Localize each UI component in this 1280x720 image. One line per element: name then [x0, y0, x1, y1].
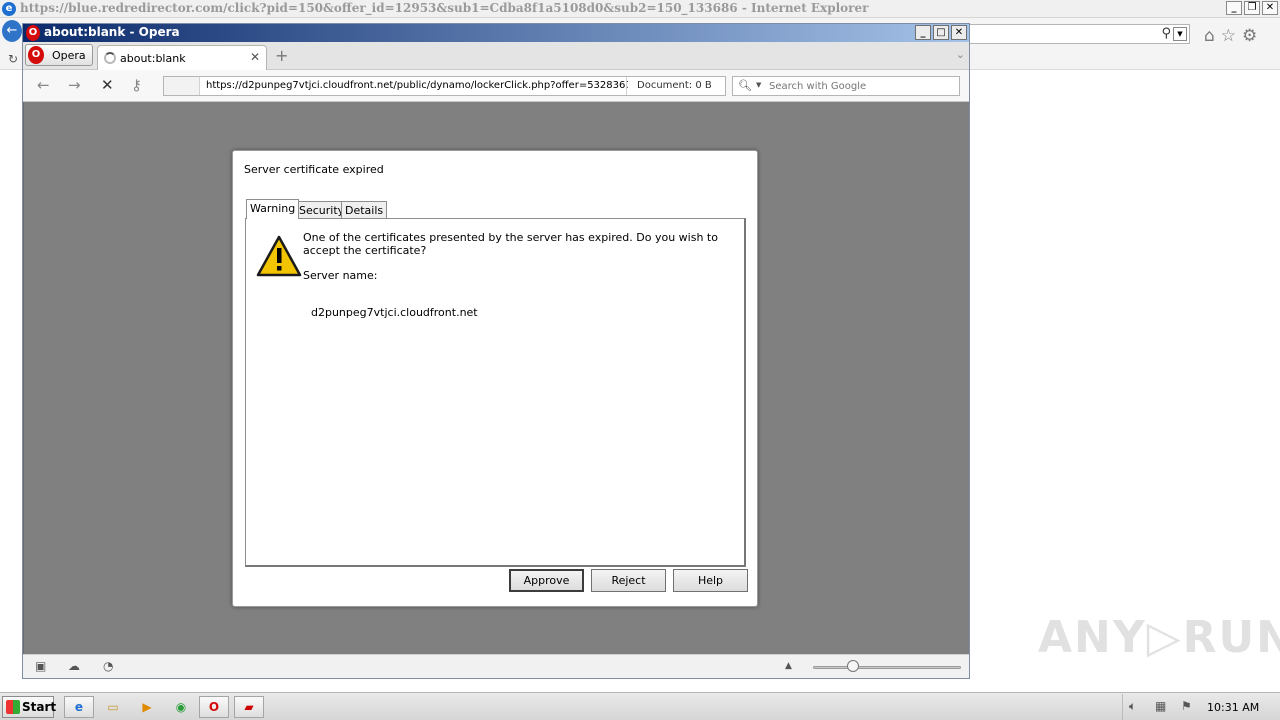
- back-arrow-icon[interactable]: ←: [37, 76, 50, 94]
- loading-spinner-icon: [104, 52, 116, 64]
- help-button[interactable]: Help: [673, 569, 748, 592]
- tab-list-chevron-icon[interactable]: ⌄: [956, 48, 965, 61]
- certificate-dialog: Server certificate expired Warning Secur…: [232, 150, 758, 607]
- opera-tab-bar: O Opera about:blank ✕ + ⌄: [23, 42, 969, 71]
- opera-maximize-button[interactable]: □: [933, 25, 949, 40]
- ie-address-dropdown-icon[interactable]: ▼: [1173, 27, 1187, 41]
- ie-minimize-button[interactable]: _: [1226, 1, 1242, 15]
- stop-x-icon[interactable]: ✕: [101, 76, 114, 94]
- ie-search-icon[interactable]: ⚲: [1161, 26, 1171, 41]
- volume-speaker-icon[interactable]: 🔈︎: [1129, 699, 1136, 714]
- ie-address-bar[interactable]: ⚲ ▼: [968, 24, 1190, 44]
- opera-logo-icon: O: [26, 25, 40, 41]
- opera-menu-button[interactable]: O Opera: [25, 44, 93, 66]
- address-field[interactable]: https://d2punpeg7vtjci.cloudfront.net/pu…: [163, 76, 726, 96]
- tab-close-icon[interactable]: ✕: [250, 50, 260, 64]
- dialog-title: Server certificate expired: [244, 163, 384, 176]
- opera-window-controls: _ □ ✕: [915, 25, 967, 40]
- panel-toggle-icon[interactable]: ▣: [35, 659, 46, 673]
- opera-status-bar: ▣ ☁ ◔ ▲: [23, 654, 969, 678]
- ie-toolbar-icons: ⌂ ☆ ⚙: [1204, 26, 1257, 46]
- search-input[interactable]: [769, 79, 955, 93]
- warning-triangle-icon: [256, 235, 302, 277]
- taskbar-folder-icon[interactable]: ▭: [98, 696, 128, 718]
- action-center-flag-icon[interactable]: ⚑: [1181, 699, 1192, 713]
- opera-title-bar: O about:blank - Opera _ □ ✕: [23, 24, 969, 42]
- ie-window-title: https://blue.redredirector.com/click?pid…: [20, 1, 869, 15]
- favorites-star-icon[interactable]: ☆: [1221, 26, 1236, 46]
- taskbar-acrobat-icon[interactable]: ▰: [234, 696, 264, 718]
- tab-warning[interactable]: Warning: [246, 199, 300, 219]
- ie-page-area: [968, 70, 1280, 690]
- taskbar-media-player-icon[interactable]: ▶: [132, 696, 162, 718]
- start-button[interactable]: Start: [2, 696, 57, 718]
- ie-restore-button[interactable]: ❐: [1244, 1, 1260, 15]
- zoom-slider-handle[interactable]: [847, 660, 859, 672]
- ie-title-bar: e https://blue.redredirector.com/click?p…: [0, 0, 1280, 18]
- opera-window-title: about:blank - Opera: [44, 25, 180, 39]
- taskbar-opera-icon[interactable]: O: [199, 696, 229, 718]
- anyrun-watermark: ANY▷RUN: [1038, 612, 1280, 663]
- document-size-info: Document: 0 B: [626, 77, 726, 95]
- dialog-message: One of the certificates presented by the…: [303, 231, 718, 257]
- turbo-speedometer-icon[interactable]: ◔: [103, 659, 113, 673]
- windows-logo-icon: [6, 700, 20, 714]
- server-name-value: d2punpeg7vtjci.cloudfront.net: [311, 306, 478, 319]
- ie-window-controls: _ ❐ ✕: [1226, 1, 1278, 15]
- opera-menu-label: Opera: [52, 49, 86, 62]
- key-icon[interactable]: ⚷: [131, 76, 142, 94]
- new-tab-plus-icon[interactable]: +: [275, 46, 288, 65]
- ie-close-button[interactable]: ✕: [1262, 1, 1278, 15]
- search-field[interactable]: 🔍︎ ▼: [732, 76, 960, 96]
- warning-tab-panel: One of the certificates presented by the…: [245, 218, 746, 567]
- taskbar-chrome-icon[interactable]: ◉: [166, 696, 196, 718]
- address-url[interactable]: https://d2punpeg7vtjci.cloudfront.net/pu…: [206, 80, 628, 91]
- network-icon[interactable]: ▦: [1155, 699, 1166, 713]
- taskbar-internet-explorer-icon[interactable]: e: [64, 696, 94, 718]
- opera-close-button[interactable]: ✕: [951, 25, 967, 40]
- opera-unite-cloud-icon[interactable]: ☁: [68, 659, 80, 673]
- search-engine-dropdown-icon[interactable]: ▼: [756, 81, 761, 89]
- search-magnifier-icon: 🔍︎: [738, 79, 752, 92]
- internet-explorer-icon: e: [2, 2, 16, 16]
- home-icon[interactable]: ⌂: [1204, 26, 1215, 46]
- start-label: Start: [22, 700, 57, 714]
- windows-taskbar: Start e ▭ ▶ ◉ O ▰ 🔈︎ ▦ ⚑ 10:31 AM: [0, 692, 1280, 720]
- tools-gear-icon[interactable]: ⚙: [1242, 26, 1257, 46]
- tab-label: about:blank: [120, 52, 186, 65]
- ie-refresh-icon[interactable]: ↻: [8, 52, 18, 66]
- taskbar-clock[interactable]: 10:31 AM: [1207, 701, 1259, 714]
- server-name-label: Server name:: [303, 269, 378, 282]
- opera-navigation-bar: ← → ✕ ⚷ https://d2punpeg7vtjci.cloudfron…: [23, 70, 969, 102]
- site-security-badge[interactable]: [164, 77, 200, 95]
- zoom-up-arrow-icon[interactable]: ▲: [785, 661, 792, 671]
- forward-arrow-icon[interactable]: →: [68, 76, 81, 94]
- ie-back-arrow-icon[interactable]: ←: [2, 20, 22, 42]
- reject-button[interactable]: Reject: [591, 569, 666, 592]
- tab-about-blank[interactable]: about:blank ✕: [97, 45, 267, 71]
- approve-button[interactable]: Approve: [509, 569, 584, 592]
- opera-menu-logo-icon: O: [28, 46, 44, 64]
- system-tray: 🔈︎ ▦ ⚑ 10:31 AM: [1122, 694, 1280, 720]
- zoom-slider-track[interactable]: [813, 666, 961, 669]
- tab-details[interactable]: Details: [341, 201, 388, 219]
- opera-minimize-button[interactable]: _: [915, 25, 931, 40]
